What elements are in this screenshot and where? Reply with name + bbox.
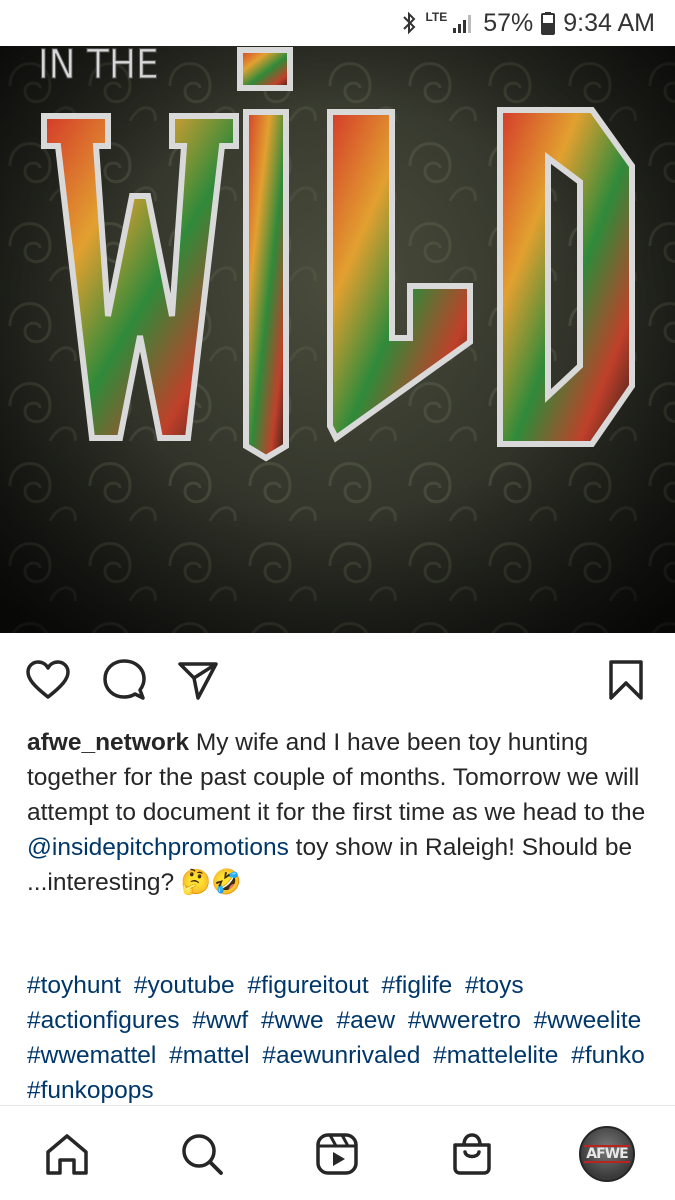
comment-button[interactable]	[98, 652, 150, 708]
nav-home[interactable]	[27, 1106, 107, 1200]
hashtag-link[interactable]: #funkopops	[27, 1077, 154, 1104]
hashtag-link[interactable]: #wwf	[192, 1007, 248, 1034]
save-button[interactable]	[600, 652, 652, 708]
caption-mention[interactable]: @insidepitchpromotions	[27, 834, 289, 861]
battery-percent: 57%	[483, 8, 534, 37]
hashtag-link[interactable]: #actionfigures	[27, 1007, 180, 1034]
send-icon	[178, 662, 218, 700]
hashtag-link[interactable]: #aew	[336, 1007, 395, 1034]
heart-icon	[26, 660, 70, 699]
status-bar: LTE 57% 9:34 AM	[0, 0, 675, 46]
letter-i	[237, 47, 293, 462]
hashtag-link[interactable]: #aewunrivaled	[262, 1042, 420, 1069]
signal-icon	[451, 12, 475, 34]
hashtag-link[interactable]: #mattel	[169, 1042, 249, 1069]
avatar: AFWE	[579, 1125, 635, 1182]
bluetooth-icon	[401, 11, 417, 35]
network-type: LTE	[425, 10, 448, 24]
hashtag-link[interactable]: #toyhunt	[27, 972, 121, 999]
search-icon	[182, 1133, 223, 1175]
home-icon	[46, 1133, 88, 1175]
post-image[interactable]: IN THE	[0, 46, 675, 633]
hashtag-link[interactable]: #wweelite	[534, 1007, 642, 1034]
nav-search[interactable]	[162, 1106, 242, 1200]
nav-profile[interactable]: AFWE	[567, 1106, 647, 1200]
image-top-text: IN THE	[38, 46, 159, 88]
caption-hashtags: #toyhunt #youtube #figureitout #figlife …	[27, 968, 657, 1108]
caption-text-3: ...interesting?	[27, 869, 175, 896]
post-caption: afwe_network My wife and I have been toy…	[27, 725, 657, 900]
hashtag-link[interactable]: #figlife	[381, 972, 452, 999]
post-artwork: IN THE	[0, 46, 675, 633]
comment-icon	[103, 659, 146, 700]
nav-reels[interactable]	[297, 1106, 377, 1200]
hashtag-link[interactable]: #wwe	[261, 1007, 324, 1034]
battery-icon	[541, 11, 556, 35]
shopping-bag-icon	[453, 1132, 491, 1175]
caption-emoji: 🤔🤣	[180, 869, 242, 896]
reels-icon	[316, 1132, 358, 1175]
like-button[interactable]	[22, 652, 74, 708]
caption-username[interactable]: afwe_network	[27, 729, 189, 756]
hashtag-link[interactable]: #figureitout	[247, 972, 368, 999]
hashtag-link[interactable]: #toys	[465, 972, 524, 999]
avatar-text: AFWE	[584, 1144, 630, 1163]
caption-text-2: toy show in Raleigh! Should be	[295, 834, 633, 861]
bottom-navigation: AFWE	[0, 1105, 675, 1200]
hashtag-link[interactable]: #wwemattel	[27, 1042, 156, 1069]
hashtag-link[interactable]: #funko	[571, 1042, 645, 1069]
nav-shop[interactable]	[432, 1106, 512, 1200]
hashtag-link[interactable]: #youtube	[134, 972, 235, 999]
hashtag-link[interactable]: #wweretro	[408, 1007, 521, 1034]
clock: 9:34 AM	[563, 8, 655, 37]
hashtag-link[interactable]: #mattelelite	[433, 1042, 558, 1069]
bookmark-icon	[609, 660, 643, 700]
post-actions	[0, 652, 675, 708]
share-button[interactable]	[172, 652, 224, 708]
